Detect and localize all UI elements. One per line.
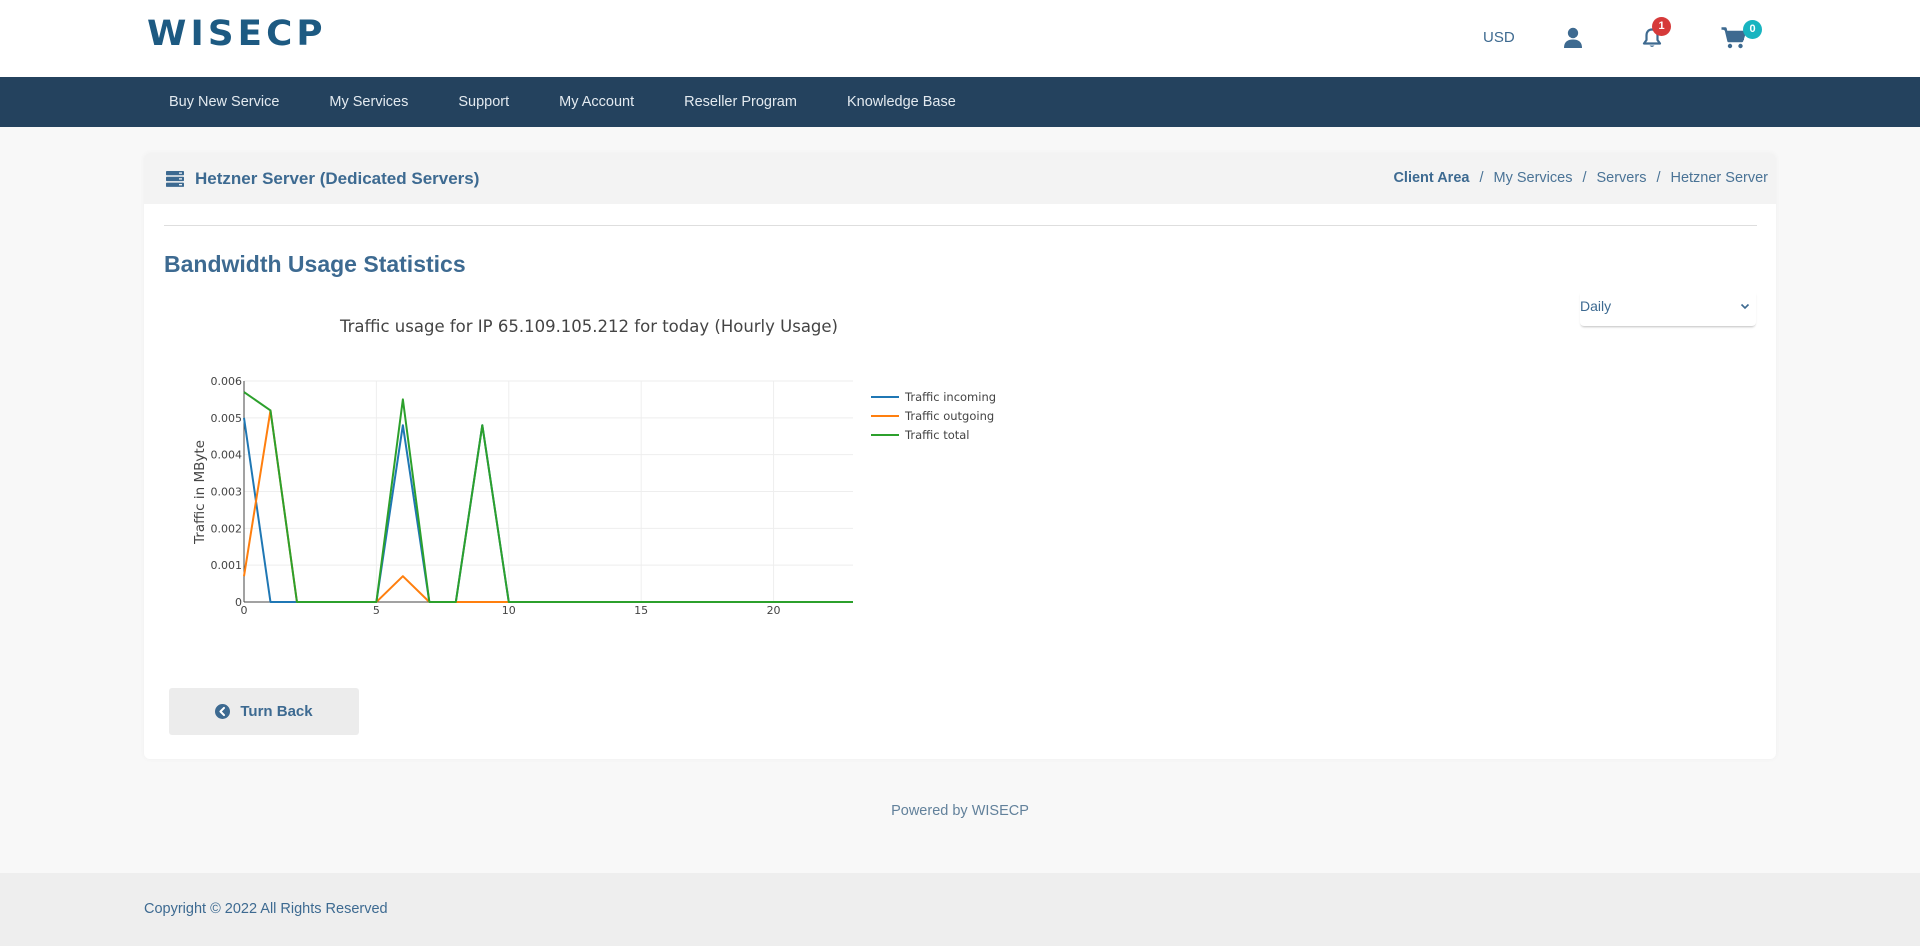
chart-y-axis-label: Traffic in MByte (192, 440, 208, 545)
breadcrumb-client-area[interactable]: Client Area (1393, 170, 1469, 186)
legend-item-incoming[interactable]: Traffic incoming (871, 390, 996, 404)
breadcrumb-hetzner-server[interactable]: Hetzner Server (1670, 170, 1768, 186)
powered-by: Powered by WISECP (0, 803, 1920, 819)
period-select-value: Daily (1580, 298, 1612, 314)
chart-tick-labels: 00.0010.0020.0030.0040.0050.0060 5 10 15 20 (211, 375, 781, 617)
powered-by-link[interactable]: Powered by WISECP (891, 803, 1029, 819)
legend-label-incoming: Traffic incoming (904, 390, 996, 404)
page-header: Hetzner Server (Dedicated Servers) Clien… (144, 153, 1776, 204)
legend-item-total[interactable]: Traffic total (871, 428, 970, 442)
currency-selector[interactable]: USD (1483, 29, 1515, 46)
period-select[interactable]: Daily (1580, 290, 1756, 326)
user-account-button[interactable] (1563, 27, 1583, 49)
chevron-left-circle-icon (215, 704, 231, 719)
series-line-traffic-total (243, 391, 853, 603)
wisecp-logo[interactable]: WISECP (147, 14, 327, 54)
y-tick-label: 0.005 (211, 412, 243, 425)
legend-label-total: Traffic total (904, 428, 970, 442)
y-tick-label: 0.002 (211, 522, 243, 535)
content-card: Hetzner Server (Dedicated Servers) Clien… (144, 153, 1776, 759)
x-tick-label: 10 (502, 604, 516, 617)
breadcrumb-servers[interactable]: Servers (1596, 170, 1646, 186)
turn-back-button[interactable]: Turn Back (169, 688, 359, 735)
nav-item-knowledge-base[interactable]: Knowledge Base (822, 77, 981, 127)
chart-title: Traffic usage for IP 65.109.105.212 for … (339, 317, 838, 336)
y-tick-label: 0.004 (211, 449, 243, 462)
breadcrumb: Client Area / My Services / Servers / He… (1393, 170, 1768, 186)
nav-item-my-services[interactable]: My Services (304, 77, 433, 127)
breadcrumb-separator: / (1656, 170, 1661, 186)
y-tick-label: 0.001 (211, 559, 243, 572)
turn-back-label: Turn Back (240, 703, 313, 720)
breadcrumb-separator: / (1582, 170, 1587, 186)
chart-legend[interactable]: Traffic incoming Traffic outgoing Traffi… (871, 390, 996, 442)
nav-item-reseller-program[interactable]: Reseller Program (659, 77, 822, 127)
x-tick-label: 15 (634, 604, 648, 617)
nav-item-my-account[interactable]: My Account (534, 77, 659, 127)
series-line-traffic-outgoing (243, 409, 853, 603)
main-navigation: Buy New Service My Services Support My A… (0, 77, 1920, 127)
y-tick-label: 0.003 (211, 486, 243, 499)
x-tick-label: 5 (373, 604, 380, 617)
chart-series (243, 391, 853, 603)
x-tick-label: 0 (241, 604, 248, 617)
cart-count-badge: 0 (1743, 20, 1762, 39)
cart-button[interactable]: 0 (1721, 20, 1762, 49)
chart-grid (244, 380, 853, 602)
copyright-text: Copyright © 2022 All Rights Reserved (144, 901, 388, 917)
x-tick-label: 20 (767, 604, 781, 617)
y-tick-label: 0.006 (211, 375, 243, 388)
divider (164, 225, 1757, 226)
chevron-down-icon (1740, 303, 1750, 310)
top-header: WISECP USD 1 0 (0, 0, 1920, 77)
page-title: Hetzner Server (Dedicated Servers) (195, 169, 480, 188)
server-icon (166, 171, 184, 187)
notifications-count-badge: 1 (1652, 17, 1671, 36)
footer: Copyright © 2022 All Rights Reserved (0, 873, 1920, 946)
nav-item-support[interactable]: Support (433, 77, 534, 127)
breadcrumb-separator: / (1479, 170, 1484, 186)
notifications-button[interactable]: 1 (1642, 17, 1671, 49)
series-line-traffic-incoming (243, 417, 853, 603)
traffic-chart: Traffic usage for IP 65.109.105.212 for … (192, 317, 996, 617)
breadcrumb-my-services[interactable]: My Services (1493, 170, 1572, 186)
section-heading: Bandwidth Usage Statistics (164, 251, 466, 277)
legend-item-outgoing[interactable]: Traffic outgoing (871, 409, 994, 423)
nav-item-buy-new-service[interactable]: Buy New Service (144, 77, 304, 127)
user-icon (1564, 27, 1582, 48)
legend-label-outgoing: Traffic outgoing (904, 409, 994, 423)
